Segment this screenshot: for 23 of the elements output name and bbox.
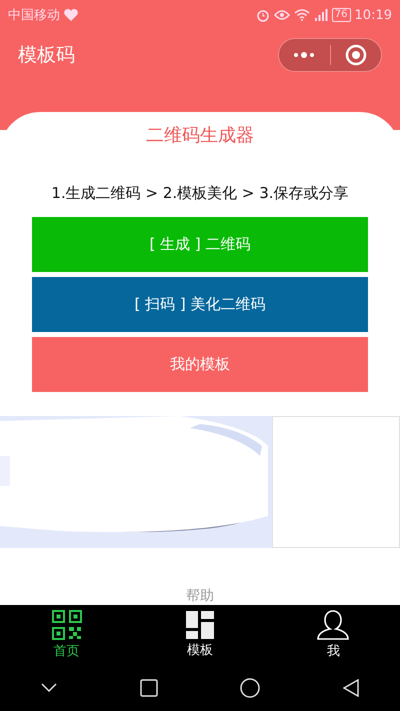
- qr-code-icon: [52, 610, 82, 640]
- square-icon[interactable]: [140, 679, 158, 697]
- alarm-icon: [256, 8, 270, 22]
- tab-item[interactable]: 我: [266, 605, 400, 665]
- wifi-icon: [294, 9, 310, 21]
- clock-time: 10:19: [354, 8, 392, 22]
- more-icon[interactable]: [293, 52, 316, 58]
- chevron-down-icon[interactable]: [41, 683, 58, 693]
- carrier-name: 中国移动: [8, 7, 60, 24]
- tab-item[interactable]: 首页: [0, 605, 134, 665]
- tab-item[interactable]: 模板: [133, 605, 267, 665]
- back-triangle-icon[interactable]: [342, 679, 359, 697]
- page-title: 模板码: [18, 43, 76, 68]
- action-button[interactable]: [ 扫码 ] 美化二维码: [32, 277, 368, 332]
- card-title: 二维码生成器: [146, 124, 254, 148]
- circle-icon[interactable]: [240, 678, 260, 698]
- user-icon: [317, 610, 350, 640]
- signal-icon: [314, 9, 328, 21]
- steps-text: 1.生成二维码 > 2.模板美化 > 3.保存或分享: [51, 184, 349, 203]
- heart-icon: [64, 9, 78, 21]
- layout-grid-icon: [186, 611, 214, 639]
- eye-icon: [274, 9, 290, 21]
- battery-level: 76: [332, 8, 351, 22]
